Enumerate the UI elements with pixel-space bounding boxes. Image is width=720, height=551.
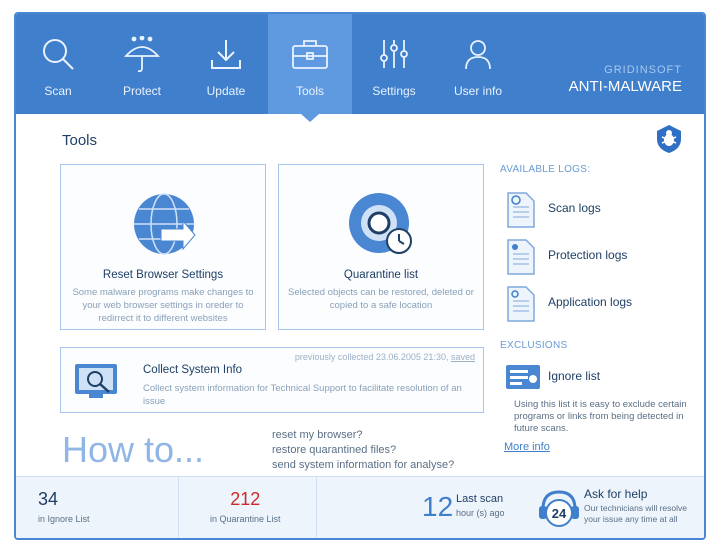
ignore-count: 34: [38, 489, 59, 509]
user-icon: [465, 40, 491, 70]
support-24-icon[interactable]: 24: [538, 487, 580, 531]
scan-logs-item[interactable]: Scan logs: [500, 189, 700, 236]
nav-label: Update: [206, 84, 246, 98]
available-logs-heading: AVAILABLE LOGS:: [500, 164, 591, 175]
collect-system-info-title: Collect System Info: [143, 364, 243, 376]
document-shield-icon: [507, 239, 535, 275]
collect-system-info-card[interactable]: previously collected 23.06.2005 21:30, s…: [60, 347, 484, 413]
exclusions-heading: EXCLUSIONS: [500, 340, 568, 351]
ask-for-help-desc: Our technicians will resolve your issue …: [584, 503, 687, 524]
nav-update[interactable]: Update: [184, 14, 268, 114]
saved-link[interactable]: saved: [451, 352, 475, 362]
document-search-icon: [507, 192, 535, 228]
application-logs-label: Application logs: [548, 295, 633, 309]
ignore-list-item[interactable]: Ignore list: [500, 359, 700, 395]
umbrella-icon: [123, 36, 161, 73]
nav-settings[interactable]: Settings: [352, 14, 436, 114]
download-icon: [211, 40, 241, 69]
brand-company: GRIDINSOFT: [604, 64, 682, 76]
quarantine-count-label: in Quarantine List: [210, 514, 281, 524]
protection-logs-label: Protection logs: [548, 248, 628, 262]
nav-protect[interactable]: Protect: [100, 14, 184, 114]
nav-label: Protect: [122, 84, 161, 98]
ignore-list-icon: [506, 365, 540, 389]
ignore-count-label: in Ignore List: [38, 514, 90, 524]
ignore-list-desc: Using this list it is easy to exclude ce…: [514, 399, 687, 434]
howto-link-send-info[interactable]: send system information for analyse?: [272, 458, 454, 473]
quarantine-title: Quarantine list: [343, 269, 419, 281]
ignore-list-label: Ignore list: [548, 369, 601, 383]
ask-for-help-link[interactable]: Ask for help: [584, 487, 647, 501]
more-info-link[interactable]: More info: [500, 441, 550, 453]
howto-link-reset-browser[interactable]: reset my browser?: [272, 428, 454, 443]
howto-link-restore-files[interactable]: restore quarantined files?: [272, 443, 454, 458]
scan-logs-label: Scan logs: [548, 201, 601, 215]
nav-scan[interactable]: Scan: [16, 14, 100, 114]
document-gear-icon: [507, 286, 535, 322]
reset-browser-title: Reset Browser Settings: [102, 269, 224, 281]
ignore-list-stat[interactable]: 34 in Ignore List: [38, 489, 90, 538]
last-scan-hours: 12: [422, 491, 454, 522]
brand-product: ANTI-MALWARE: [568, 78, 682, 95]
last-scan-label: Last scan: [456, 493, 504, 505]
nav-label: Tools: [295, 84, 324, 98]
bug-shield-icon: [657, 125, 681, 153]
nav-user-info[interactable]: User info: [436, 14, 520, 114]
header-bar: Scan Protect Update Tools Settings User …: [16, 14, 704, 122]
nav-label: Scan: [44, 84, 72, 98]
quarantine-disc-icon: [349, 193, 412, 254]
how-to-heading: How to...: [62, 429, 205, 470]
nav-label: User info: [453, 84, 503, 98]
brand-logo: GRIDINSOFT ANTI-MALWARE: [569, 64, 682, 95]
quarantine-list-card[interactable]: Quarantine list Selected objects can be …: [278, 164, 484, 330]
app-window: Scan Protect Update Tools Settings User …: [14, 12, 706, 540]
nav-label: Settings: [372, 84, 416, 98]
previously-collected-note: previously collected 23.06.2005 21:30, s…: [295, 352, 475, 362]
page-title: Tools: [62, 132, 98, 149]
status-footer: 34 in Ignore List 212 in Quarantine List…: [16, 476, 704, 538]
nav-tools[interactable]: Tools: [268, 14, 352, 122]
footer-divider: [316, 477, 317, 538]
application-logs-item[interactable]: Application logs: [500, 283, 700, 330]
footer-divider: [178, 477, 179, 538]
globe-arrow-icon: [134, 193, 196, 255]
system-info-icon: [75, 364, 117, 398]
protection-logs-item[interactable]: Protection logs: [500, 236, 700, 283]
quarantine-desc: Selected objects can be restored, delete…: [288, 287, 474, 311]
quarantine-stat[interactable]: 212 in Quarantine List: [210, 489, 281, 538]
toolbox-icon: [292, 40, 328, 69]
how-to-links: reset my browser? restore quarantined fi…: [272, 428, 454, 473]
collect-system-info-desc: Collect system information for Technical…: [143, 383, 462, 407]
last-scan-unit: hour (s) ago: [456, 508, 505, 518]
previously-collected-text: previously collected 23.06.2005 21:30,: [294, 352, 449, 362]
support-badge: 24: [552, 506, 567, 521]
reset-browser-card[interactable]: Reset Browser Settings Some malware prog…: [60, 164, 266, 330]
quarantine-count: 212: [230, 489, 261, 509]
magnifier-icon: [43, 39, 74, 70]
reset-browser-desc: Some malware programs make changes to yo…: [72, 287, 254, 324]
sliders-icon: [380, 40, 408, 68]
right-panel: AVAILABLE LOGS: Scan logs Protection log…: [500, 164, 700, 455]
main-nav: Scan Protect Update Tools Settings User …: [16, 14, 520, 122]
